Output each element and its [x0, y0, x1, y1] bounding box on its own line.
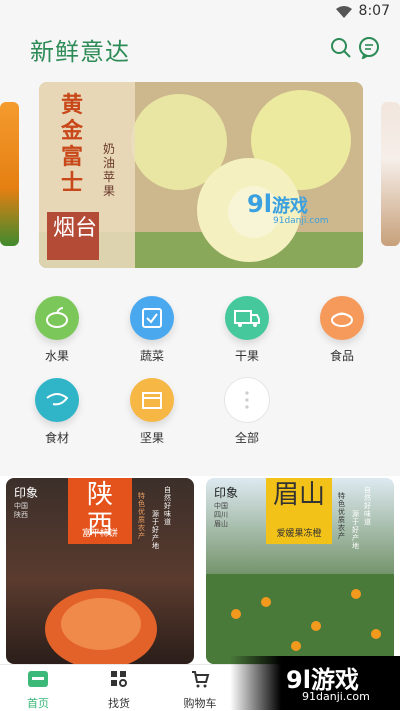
persimmon-image [45, 589, 157, 664]
banner-main-card[interactable]: 黄金富士 奶油苹果 烟台 9l游戏 91danji.com [39, 82, 363, 268]
product-tag-2: 自然好味道 [164, 486, 171, 526]
banner-prev-card[interactable] [0, 102, 19, 246]
food-icon [331, 312, 353, 327]
category-label: 水果 [44, 349, 69, 363]
message-icon[interactable] [358, 37, 380, 59]
category-vegetable[interactable]: 蔬菜 [112, 296, 192, 364]
status-time: 8:07 [358, 3, 390, 19]
box-icon [142, 392, 162, 409]
cart-icon [192, 671, 210, 688]
category-ingredients[interactable]: 食材 [17, 378, 97, 446]
product-list: 印象 中国 陕西 陕西 富平柿饼 特色优质农产 自然好味道 源于好产地 印象 中… [0, 476, 400, 666]
category-label: 食品 [329, 349, 354, 363]
category-label: 坚果 [139, 431, 164, 445]
category-label: 干果 [234, 349, 259, 363]
banner-subtitle: 奶油苹果 [103, 142, 116, 198]
category-dried-fruit[interactable]: 干果 [207, 296, 287, 364]
brand-label: 印象 [214, 486, 239, 500]
banner-city: 烟台 [53, 216, 98, 241]
region-label: 中国 陕西 [14, 502, 28, 519]
category-label: 蔬菜 [139, 349, 164, 363]
vegetable-icon [142, 308, 162, 328]
product-subtitle: 富平柿饼 [81, 529, 118, 539]
app-logo: 新鲜意达 [30, 38, 130, 66]
category-label: 全部 [234, 431, 259, 445]
grid-icon [111, 671, 127, 687]
product-tag-3: 源于好产地 [152, 510, 159, 550]
shrimp-icon [46, 393, 69, 406]
tab-find[interactable]: 找货 [89, 669, 149, 711]
tab-home[interactable]: 首页 [8, 669, 68, 711]
category-label: 食材 [44, 431, 69, 445]
home-icon [28, 671, 48, 687]
orange-tree-image [206, 574, 394, 664]
region-label: 中国 四川眉山 [214, 502, 228, 528]
category-all[interactable]: 全部 [207, 378, 287, 446]
banner-title: 黄金富士 [61, 92, 84, 196]
category-nuts[interactable]: 坚果 [112, 378, 192, 446]
banner-carousel[interactable]: 黄金富士 奶油苹果 烟台 9l游戏 91danji.com [0, 82, 400, 268]
tab-label: 找货 [108, 697, 130, 710]
fruit-icon [46, 307, 68, 328]
product-title: 眉山 [272, 480, 325, 510]
status-bar: 8:07 [0, 0, 400, 24]
banner-next-card[interactable] [381, 102, 400, 246]
tab-label: 购物车 [183, 697, 217, 710]
watermark-url: 91danji.com [302, 690, 370, 703]
app-header: 新鲜意达 [0, 24, 400, 74]
wifi-icon [336, 6, 352, 18]
search-icon[interactable] [330, 37, 352, 59]
tab-cart[interactable]: 购物车 [170, 669, 230, 711]
watermark-overlay: 9l游戏 91danji.com [230, 656, 400, 710]
truck-icon [234, 310, 260, 327]
brand-label: 印象 [14, 486, 39, 500]
product-card-orange[interactable]: 印象 中国 四川眉山 眉山 爱媛果冻橙 特色优质农产 自然好味道 源于好产地 [206, 478, 394, 664]
category-fruit[interactable]: 水果 [17, 296, 97, 364]
product-card-persimmon[interactable]: 印象 中国 陕西 陕西 富平柿饼 特色优质农产 自然好味道 源于好产地 [6, 478, 194, 664]
product-tag-3: 源于好产地 [352, 510, 359, 550]
more-icon [245, 391, 249, 409]
banner-watermark-url: 91danji.com [273, 216, 329, 226]
product-tag: 特色优质农产 [338, 492, 345, 540]
banner-watermark: 9l游戏 [247, 190, 308, 218]
product-tag: 特色优质农产 [138, 492, 145, 540]
category-food[interactable]: 食品 [302, 296, 382, 364]
tab-label: 首页 [27, 697, 49, 710]
product-subtitle: 爱媛果冻橙 [276, 529, 322, 539]
product-tag-2: 自然好味道 [364, 486, 371, 526]
